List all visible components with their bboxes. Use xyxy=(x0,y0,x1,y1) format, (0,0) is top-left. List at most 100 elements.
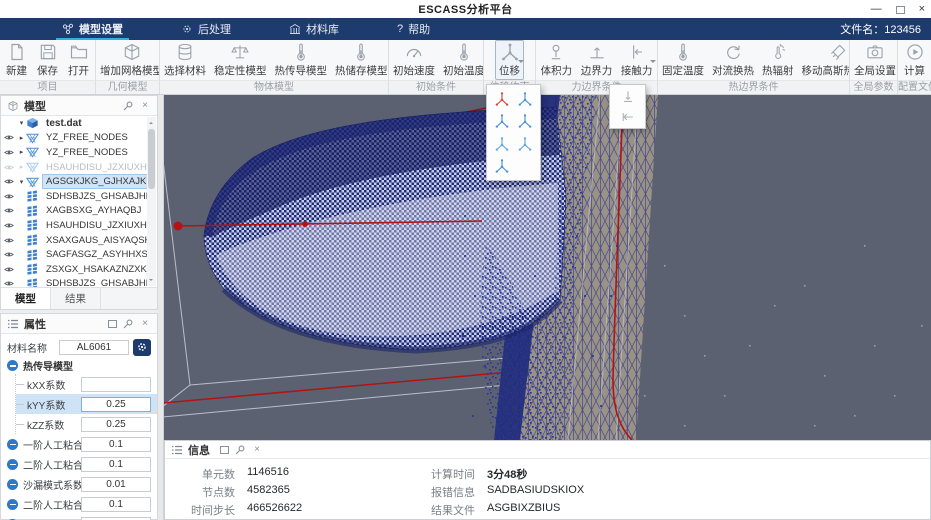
tree-scrollbar[interactable] xyxy=(147,117,156,286)
dof-constraint-option[interactable] xyxy=(492,111,512,131)
dof-constraint-option-selected[interactable] xyxy=(492,89,512,109)
material-name-input[interactable] xyxy=(59,339,129,355)
panel-title: 模型 xyxy=(24,100,46,113)
tab-results[interactable]: 结果 xyxy=(51,288,101,309)
close-panel-icon[interactable]: × xyxy=(139,318,151,330)
eye-icon[interactable] xyxy=(1,266,17,273)
kxx-input[interactable] xyxy=(81,376,151,392)
viscosity3-input[interactable] xyxy=(81,496,151,512)
thermal-radiation-button[interactable]: 热辐射 xyxy=(758,40,798,80)
contact-force-button[interactable]: 接触力 xyxy=(617,40,657,80)
eye-icon[interactable] xyxy=(1,280,17,287)
dof-constraint-option[interactable] xyxy=(492,156,512,176)
gear-icon xyxy=(136,341,148,353)
tab-help[interactable]: ? 帮助 xyxy=(387,18,440,40)
eye-icon[interactable] xyxy=(1,222,17,229)
fixed-temperature-button[interactable]: 固定温度 xyxy=(658,40,708,80)
dof-constraint-option[interactable] xyxy=(492,134,512,154)
error-message-field: 报错信息 SADBASIUDSKIOX xyxy=(431,484,585,499)
pin-icon[interactable] xyxy=(122,100,134,112)
heat-conduction-section[interactable]: 热传导模型 xyxy=(1,357,157,374)
contact-tangent-option[interactable] xyxy=(618,108,638,125)
panel-title: 属性 xyxy=(24,318,46,331)
tree-item[interactable]: XAGBSXG_AYHAQBJ xyxy=(1,204,147,219)
boundary-force-button[interactable]: 边界力 xyxy=(577,40,617,80)
convection-button[interactable]: 对流换热 xyxy=(708,40,758,80)
compute-button[interactable]: 计算 xyxy=(900,40,929,80)
global-settings-button[interactable]: 全局设置 xyxy=(850,40,897,80)
pin-icon[interactable] xyxy=(122,318,134,330)
displacement-button[interactable]: 位移 xyxy=(495,40,524,80)
new-button[interactable]: 新建 xyxy=(2,40,31,80)
eye-icon[interactable] xyxy=(1,237,17,244)
tab-model[interactable]: 模型 xyxy=(1,288,51,309)
pin-icon[interactable] xyxy=(234,444,246,456)
dof-constraint-option[interactable] xyxy=(515,89,535,109)
kzz-input[interactable] xyxy=(81,416,151,432)
eye-icon[interactable] xyxy=(1,178,17,185)
triad-icon xyxy=(500,42,520,62)
dof-constraint-option[interactable] xyxy=(515,111,535,131)
viscosity1-input[interactable] xyxy=(81,436,151,452)
help-icon: ? xyxy=(397,23,404,35)
kyy-input[interactable] xyxy=(81,396,151,412)
initial-velocity-button[interactable]: 初始速度 xyxy=(389,40,439,80)
collapse-icon[interactable] xyxy=(7,458,18,470)
hourglass2-input[interactable] xyxy=(81,516,151,520)
title-bar: ESCASS分析平台 — × xyxy=(0,0,931,18)
collapse-icon[interactable] xyxy=(7,498,18,510)
coefficient-rows: kXX系数 kYY系数 kZZ系数 xyxy=(15,374,157,434)
close-panel-icon[interactable]: × xyxy=(251,444,263,456)
tree-item[interactable]: ▸ YZ_FREE_NODES xyxy=(1,145,147,160)
tree-item[interactable]: SDHSBJZS_GHSABJHB_ZAHU xyxy=(1,277,147,287)
tab-model-settings[interactable]: 模型设置 xyxy=(52,18,133,40)
select-material-button[interactable]: 选择材料 xyxy=(160,40,210,80)
result-file-field: 结果文件 ASGBIXZBIUS xyxy=(431,502,561,517)
eye-icon[interactable] xyxy=(1,251,17,258)
tree-item-selected[interactable]: ▾AGSGKJKG_GJHXAJKHXA xyxy=(1,174,147,190)
tab-post-processing[interactable]: 后处理 xyxy=(171,18,241,40)
body-force-button[interactable]: 体积力 xyxy=(537,40,577,80)
tree-item[interactable]: SAGFASGZ_ASYHHXSN xyxy=(1,247,147,262)
save-button[interactable]: 保存 xyxy=(33,40,62,80)
tab-material-library[interactable]: 材料库 xyxy=(279,18,349,40)
compute-time-field: 计算时间 3分48秒 xyxy=(431,469,528,481)
add-mesh-model-button[interactable]: 增加网格模型 xyxy=(96,40,159,80)
maximize-button[interactable] xyxy=(895,5,905,14)
collapse-icon[interactable] xyxy=(7,438,18,450)
collapse-icon[interactable] xyxy=(7,478,18,490)
eye-icon[interactable] xyxy=(1,207,17,214)
restore-panel-icon[interactable] xyxy=(108,320,117,328)
dof-constraint-option[interactable] xyxy=(515,134,535,154)
collapse-icon[interactable] xyxy=(7,360,18,371)
tree-item[interactable]: SDHSBJZS_GHSABJHB_ZAHU xyxy=(1,189,147,204)
heat-storage-model-button[interactable]: 热储存模型 xyxy=(331,40,388,80)
open-button[interactable]: 打开 xyxy=(64,40,93,80)
eye-icon[interactable] xyxy=(1,149,17,156)
viewport-3d[interactable] xyxy=(164,95,931,440)
group-body-model: 选择材料 稳定性模型 热传导模型 热储存模型 热源模型 物体模型 xyxy=(160,40,389,94)
tree-item[interactable]: XSAXGAUS_AISYAQSH_ASHX xyxy=(1,233,147,248)
tree-item-root[interactable]: ▾ test.dat xyxy=(1,116,147,131)
viscosity2-input[interactable] xyxy=(81,456,151,472)
tree-item[interactable]: HSAUHDISU_JZXIUXHAHX xyxy=(1,218,147,233)
close-panel-icon[interactable]: × xyxy=(139,100,151,112)
tree-item[interactable]: ZSXGX_HSAKAZNZXK_AHASX xyxy=(1,262,147,277)
material-settings-button[interactable] xyxy=(133,338,151,356)
heat-conduction-model-button[interactable]: 热传导模型 xyxy=(271,40,332,80)
tree-item[interactable]: ▸ YZ_FREE_NODES xyxy=(1,131,147,146)
eye-off-icon[interactable] xyxy=(1,164,17,171)
eye-icon[interactable] xyxy=(1,193,17,200)
stability-model-button[interactable]: 稳定性模型 xyxy=(210,40,271,80)
close-button[interactable]: × xyxy=(919,0,925,18)
thermometer-icon xyxy=(673,42,693,62)
info-icon xyxy=(171,444,183,456)
tree-item[interactable]: ▸HSAUHDISU_JZXIUXHAHX xyxy=(1,160,147,175)
eye-icon[interactable] xyxy=(1,134,17,141)
initial-temperature-button[interactable]: 初始温度 xyxy=(439,40,483,80)
contact-normal-option[interactable] xyxy=(618,88,638,105)
hourglass1-input[interactable] xyxy=(81,476,151,492)
minimize-button[interactable]: — xyxy=(871,0,882,18)
moving-gauss-flux-button[interactable]: 移动高斯热通量 xyxy=(798,40,849,80)
restore-panel-icon[interactable] xyxy=(220,446,229,454)
